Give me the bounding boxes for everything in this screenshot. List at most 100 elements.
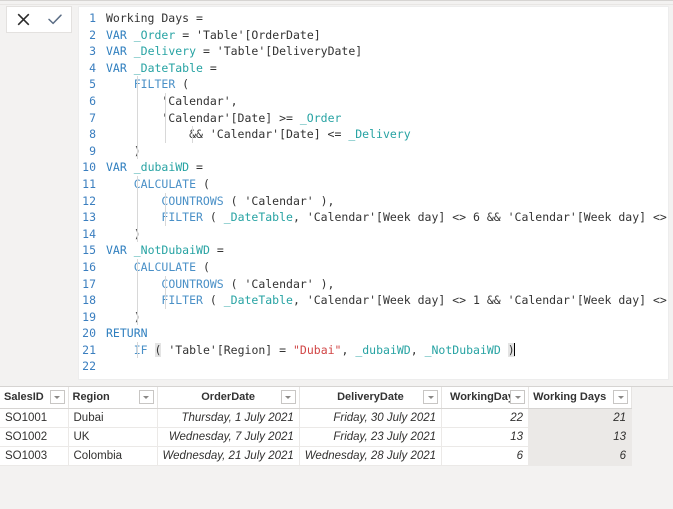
- indent-guide: [164, 209, 166, 226]
- table-cell[interactable]: Colombia: [68, 446, 158, 466]
- table-cell[interactable]: SO1001: [0, 408, 69, 428]
- code-line[interactable]: 6 'Calendar',: [79, 92, 668, 110]
- chevron-down-icon: [54, 395, 60, 399]
- chevron-down-icon: [285, 395, 292, 399]
- code-line[interactable]: 3 VAR _Delivery = 'Table'[DeliveryDate]: [79, 43, 668, 60]
- code-line-text: COUNTROWS ( 'Calendar' ),: [103, 192, 334, 210]
- code-line[interactable]: 15 VAR _NotDubaiWD =: [79, 242, 668, 259]
- table-cell[interactable]: Wednesday, 21 July 2021: [157, 446, 300, 466]
- table-cell[interactable]: 13: [528, 427, 633, 447]
- column-filter-dropdown-icon[interactable]: [138, 390, 154, 404]
- code-line[interactable]: 1 Working Days =: [79, 10, 668, 27]
- checkmark-icon[interactable]: [42, 9, 68, 31]
- table-cell[interactable]: SO1002: [0, 427, 69, 447]
- indent-guide: [137, 142, 138, 160]
- code-line-text: FILTER ( _DateTable, 'Calendar'[Week day…: [103, 292, 668, 309]
- chevron-down-icon: [427, 395, 434, 399]
- table-cell[interactable]: 21: [528, 408, 633, 428]
- table-cell[interactable]: SO1003: [0, 446, 69, 466]
- table-cell[interactable]: Wednesday, 7 July 2021: [157, 427, 300, 447]
- table-cell[interactable]: 13: [441, 427, 530, 447]
- code-line-number: 8: [89, 127, 96, 142]
- chevron-down-icon: [143, 395, 149, 399]
- table-cell[interactable]: 22: [441, 408, 530, 428]
- column-header[interactable]: WorkingDays: [441, 387, 530, 409]
- table-cell[interactable]: Friday, 30 July 2021: [299, 408, 443, 428]
- column-header-label: DeliveryDate: [337, 391, 404, 404]
- chevron-down-icon: [514, 395, 521, 399]
- code-line-number: 14: [82, 226, 96, 241]
- text-cursor: [513, 342, 515, 356]
- code-line-text: VAR _NotDubaiWD =: [106, 243, 224, 258]
- code-line[interactable]: 2 VAR _Order = 'Table'[OrderDate]: [79, 27, 668, 44]
- column-header[interactable]: SalesID: [0, 387, 69, 409]
- code-line[interactable]: 19 ): [79, 308, 668, 326]
- indent-guide: [137, 92, 138, 110]
- column-header[interactable]: Region: [68, 387, 158, 409]
- table-cell[interactable]: Dubai: [68, 408, 158, 428]
- table-row[interactable]: SO1001 Dubai Thursday, 1 July 2021 Friday, …: [0, 408, 633, 428]
- code-line-number: 1: [89, 11, 96, 25]
- code-line[interactable]: 12 COUNTROWS ( 'Calendar' ),: [79, 192, 668, 210]
- column-filter-dropdown-icon[interactable]: [49, 390, 65, 404]
- data-preview-table[interactable]: SalesID Region OrderDate DeliveryDate Workin…: [0, 387, 633, 466]
- column-header[interactable]: DeliveryDate: [299, 387, 443, 409]
- code-line-number: 20: [82, 326, 96, 341]
- close-icon[interactable]: [10, 9, 36, 31]
- code-line[interactable]: 5 FILTER (: [79, 76, 668, 93]
- code-line-text: VAR _DateTable =: [106, 60, 217, 75]
- code-line[interactable]: 14 ): [79, 225, 668, 243]
- code-line[interactable]: 17 COUNTROWS ( 'Calendar' ),: [79, 275, 668, 293]
- code-line-text: IF ( 'Table'[Region] = "Dubai", _dubaiWD…: [133, 341, 515, 359]
- editor-top-strip: [0, 2, 673, 5]
- indent-guide: [137, 258, 138, 276]
- code-line[interactable]: 13 FILTER ( _DateTable, 'Calendar'[Week …: [79, 209, 668, 226]
- dax-code-editor[interactable]: 1 Working Days = 2 VAR _Order = 'Table'[Ord…: [78, 6, 669, 380]
- code-line[interactable]: 18 FILTER ( _DateTable, 'Calendar'[Week …: [79, 292, 668, 309]
- code-line-text: RETURN: [106, 326, 148, 341]
- indent-guide: [137, 292, 138, 309]
- indent-guide: [137, 225, 138, 243]
- code-line[interactable]: 16 CALCULATE (: [79, 258, 668, 276]
- code-line-number: 22: [82, 359, 96, 374]
- code-line-text: 'Calendar'[Date] >= _Order: [106, 109, 342, 127]
- code-line[interactable]: 7 'Calendar'[Date] >= _Order: [79, 109, 668, 127]
- code-line-number: 16: [82, 259, 96, 274]
- table-cell[interactable]: UK: [68, 427, 158, 447]
- column-filter-dropdown-icon[interactable]: [280, 390, 296, 404]
- table-cell[interactable]: Thursday, 1 July 2021: [157, 408, 300, 428]
- column-header[interactable]: OrderDate: [157, 387, 300, 409]
- table-row[interactable]: SO1003 Colombia Wednesday, 21 July 2021 Wed…: [0, 446, 633, 466]
- indent-guide: [164, 92, 166, 110]
- code-line[interactable]: 20 RETURN: [79, 325, 668, 342]
- code-line[interactable]: 22: [79, 358, 668, 375]
- code-line-text: CALCULATE (: [133, 258, 210, 276]
- code-line-text: && 'Calendar'[Date] <= _Delivery: [106, 126, 411, 143]
- table-cell[interactable]: Wednesday, 28 July 2021: [299, 446, 443, 466]
- column-filter-dropdown-icon[interactable]: [510, 390, 526, 404]
- code-line[interactable]: 21 IF ( 'Table'[Region] = "Dubai", _duba…: [79, 341, 668, 359]
- table-row[interactable]: SO1002 UK Wednesday, 7 July 2021 Friday, 23…: [0, 427, 633, 447]
- indent-guide: [164, 275, 166, 293]
- table-cell[interactable]: 6: [441, 446, 530, 466]
- code-line[interactable]: 8 && 'Calendar'[Date] <= _Delivery: [79, 126, 668, 143]
- code-line-number: 7: [89, 110, 96, 125]
- table-cell[interactable]: 6: [528, 446, 633, 466]
- indent-guide: [192, 126, 194, 143]
- column-header-label: OrderDate: [201, 391, 256, 404]
- column-header[interactable]: Working Days: [528, 387, 633, 409]
- table-cell[interactable]: Friday, 23 July 2021: [299, 427, 443, 447]
- data-preview-pane: SalesID Region OrderDate DeliveryDate Workin…: [0, 386, 673, 509]
- dax-code-lines[interactable]: 1 Working Days = 2 VAR _Order = 'Table'[Ord…: [79, 7, 668, 375]
- indent-guide: [137, 126, 138, 143]
- indent-guide: [164, 192, 166, 210]
- code-line-text: ): [106, 142, 141, 160]
- code-line-text: VAR _Delivery = 'Table'[DeliveryDate]: [106, 44, 363, 59]
- code-line[interactable]: 9 ): [79, 142, 668, 160]
- column-filter-dropdown-icon[interactable]: [613, 390, 629, 404]
- code-line[interactable]: 11 CALCULATE (: [79, 175, 668, 193]
- code-line[interactable]: 4 VAR _DateTable =: [79, 60, 668, 77]
- code-line[interactable]: 10 VAR _dubaiWD =: [79, 159, 668, 176]
- column-filter-dropdown-icon[interactable]: [423, 390, 439, 404]
- code-line-number: 19: [82, 309, 96, 324]
